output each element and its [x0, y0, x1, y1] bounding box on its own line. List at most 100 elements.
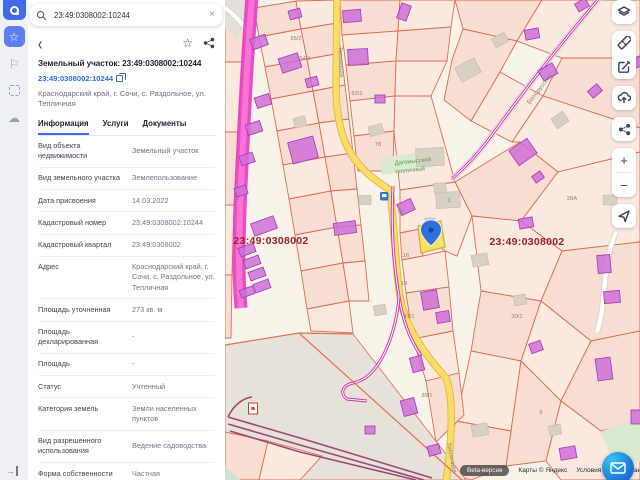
row-value: 23:49:0308002: [132, 240, 181, 250]
row-label: Вид разрешенного использования: [38, 436, 102, 456]
building-oks: [420, 289, 440, 311]
map-geometry: 23:49:0308002 23:49:0308002Дагомысскийтеп…: [225, 0, 640, 480]
cadastral-number-link[interactable]: 23:49:0308002:10244: [38, 73, 215, 83]
row-value: Краснодарский край, г. Сочи, с. Раздольн…: [132, 262, 215, 292]
building-oks: [517, 216, 535, 230]
row-label: Форма собственности: [38, 468, 113, 478]
row-label: Категория земель: [38, 403, 99, 413]
select-area-icon[interactable]: [4, 80, 25, 101]
table-row: Адрес Краснодарский край, г. Сочи, с. Раз…: [38, 257, 215, 300]
tab-information[interactable]: Информация: [38, 119, 89, 135]
quarter-label: 23:49:0308002: [489, 236, 564, 248]
building-oks: [523, 27, 541, 41]
building: [470, 252, 490, 268]
row-label: Вид объекта недвижимости: [38, 141, 88, 161]
building: [433, 182, 447, 194]
building-oks: [594, 356, 614, 382]
building: [372, 303, 388, 317]
map-pin-dot: [428, 227, 434, 233]
row-label: Кадастровый номер: [38, 217, 107, 227]
app-logo-icon[interactable]: [2, 0, 26, 20]
row-label: Площадь декларированная: [38, 327, 99, 347]
zoom-in-button[interactable]: +: [612, 148, 636, 172]
cadastral-map-app: ☆ ⚐ ☁ → × ‹ ☆ Земельный участок: 23:49:0…: [0, 0, 640, 480]
map-toolbar: + −: [612, 0, 636, 228]
envelope-icon: [610, 462, 626, 474]
table-row: Категория земель Земли населенных пунктов: [38, 398, 215, 431]
building: [547, 423, 563, 437]
building: [512, 293, 528, 307]
table-row: Кадастровый квартал 23:49:0308002: [38, 235, 215, 257]
table-row: Площадь -: [38, 354, 215, 377]
search-input[interactable]: [52, 9, 209, 21]
house-number: 54/1: [299, 56, 310, 62]
row-value: 14.03.2022: [132, 195, 169, 205]
building-oks: [435, 309, 451, 325]
house-number: 14: [401, 281, 408, 287]
table-row: Площадь декларированная -: [38, 322, 215, 354]
back-button[interactable]: ‹: [38, 34, 42, 52]
row-label: Площадь: [38, 359, 70, 369]
page-title: Земельный участок: 23:49:0308002:10244: [38, 59, 202, 68]
layers-icon[interactable]: [612, 0, 636, 24]
house-number: 55/2: [290, 36, 301, 42]
table-row: Дата присвоения 14.03.2022: [38, 190, 215, 213]
building: [358, 195, 372, 205]
house-number: 76: [397, 210, 403, 216]
house-number: 1: [447, 198, 450, 204]
row-value: Учтенный: [132, 381, 166, 391]
table-row: Вид разрешенного использования Ведение са…: [38, 431, 215, 464]
favorite-toggle-icon[interactable]: ☆: [182, 36, 193, 50]
ruler-icon[interactable]: [612, 31, 636, 55]
house-number: 16: [403, 253, 409, 259]
row-value: Частная: [132, 468, 160, 478]
cloud-icon[interactable]: ☁: [4, 107, 25, 128]
parcel: [225, 274, 233, 339]
street-label: Тепличная: [336, 46, 344, 77]
locate-icon[interactable]: [612, 204, 636, 228]
tab-documents[interactable]: Документы: [143, 119, 187, 135]
building-oks: [630, 409, 640, 425]
chat-button[interactable]: [602, 452, 634, 480]
share-icon[interactable]: [203, 37, 215, 49]
object-address: Краснодарский край, г. Сочи, с. Раздольн…: [38, 89, 206, 109]
table-row: Кадастровый номер 23:49:0308002:10244: [38, 212, 215, 235]
edit-icon[interactable]: [612, 55, 636, 79]
zoom-out-button[interactable]: −: [612, 173, 636, 197]
building-oks: [374, 94, 386, 104]
pipeline-marker-dot: [251, 407, 255, 410]
copy-icon[interactable]: [116, 73, 127, 82]
row-value: 273 кв. м: [132, 304, 163, 314]
left-rail: ☆ ⚐ ☁ →: [0, 0, 28, 480]
map-canvas[interactable]: 23:49:0308002 23:49:0308002 Дагомысский теп…: [225, 0, 640, 480]
search-bar[interactable]: ×: [30, 4, 222, 26]
row-value: 23:49:0308002:10244: [132, 217, 204, 227]
map-share-icon[interactable]: [612, 117, 636, 141]
row-label: Площадь уточненная: [38, 304, 111, 314]
favorites-star-icon[interactable]: ☆: [3, 26, 25, 47]
attributes-table: Вид объекта недвижимости Земельный участо…: [28, 136, 225, 480]
row-value: -: [132, 332, 135, 342]
table-row: Вид земельного участка Землепользование: [38, 168, 215, 191]
exit-icon[interactable]: →: [6, 466, 18, 476]
panel-tabs: Информация Услуги Документы: [38, 119, 215, 136]
row-value: Земли населенных пунктов: [132, 403, 197, 424]
tab-services[interactable]: Услуги: [103, 119, 129, 135]
house-number: 62/1: [351, 91, 362, 97]
house-number: 78: [375, 142, 381, 148]
flag-icon[interactable]: ⚐: [4, 53, 25, 74]
house-number: 28А: [567, 196, 577, 202]
building-oks: [558, 445, 578, 461]
house-number: 30/1: [511, 314, 522, 320]
parcel: [395, 26, 452, 62]
house-number: 39/1: [421, 393, 432, 399]
beta-badge: Beta-версия: [460, 465, 510, 476]
cloud-upload-icon[interactable]: [612, 86, 636, 110]
table-row: Вид объекта недвижимости Земельный участо…: [38, 136, 215, 168]
map-copyright[interactable]: Карты © Яндекс: [518, 467, 567, 474]
building-oks: [332, 220, 358, 236]
clear-search-icon[interactable]: ×: [208, 10, 216, 20]
building-oks: [603, 289, 621, 305]
row-label: Статус: [38, 381, 62, 391]
building: [470, 422, 490, 438]
